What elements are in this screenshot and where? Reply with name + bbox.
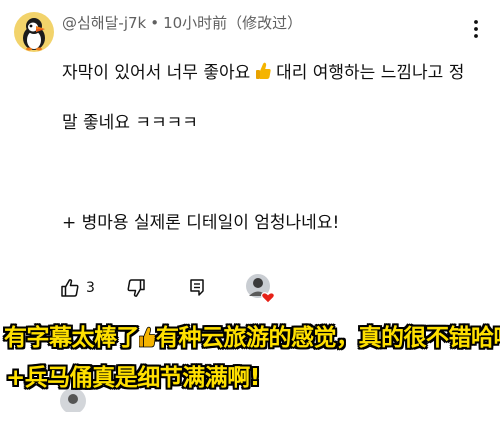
heart-icon <box>261 292 275 304</box>
creator-heart-avatar <box>246 272 276 306</box>
comment-text-part: 대리 여행하는 느낌나고 정 <box>276 63 465 83</box>
comment-text-line-2: 말 좋네요 ㅋㅋㅋㅋ <box>62 113 198 133</box>
subtitle-line-2: +兵马俑真是细节满满啊! <box>6 365 260 391</box>
thumb-down-icon <box>127 279 145 297</box>
comment-thread: @심해달-j7k • 10小时前（修改过） 자막이 있어서 너무 좋아요 대리 여행… <box>0 0 500 440</box>
dislike-button[interactable] <box>126 278 146 298</box>
comment-text-line-3: + 병마용 실제론 디테일이 엄청나네요! <box>62 213 340 233</box>
reply-icon <box>190 279 204 296</box>
subtitle-text-part: 有种云旅游的感觉，真的很不错哈哈 <box>156 325 500 351</box>
subtitle-text-part: 有字幕太棒了 <box>4 325 140 351</box>
like-count: 3 <box>86 280 95 296</box>
comment-text-part: 자막이 있어서 너무 좋아요 <box>62 63 251 83</box>
author-handle[interactable]: @심해달-j7k <box>62 14 146 32</box>
reply-button[interactable] <box>188 278 206 298</box>
separator-dot: • <box>150 14 160 32</box>
like-button[interactable]: 3 <box>60 278 95 298</box>
subtitle-line-1: 有字幕太棒了 有种云旅游的感觉，真的很不错哈哈 <box>0 318 500 352</box>
comment-header: @심해달-j7k • 10小时前（修改过） <box>62 12 302 33</box>
more-vert-icon <box>474 20 478 38</box>
comment-timestamp[interactable]: 10小时前（修改过） <box>163 14 302 32</box>
thumbs-up-emoji-icon <box>255 62 271 79</box>
comment-text-line-1: 자막이 있어서 너무 좋아요 대리 여행하는 느낌나고 정 <box>62 58 464 83</box>
thumbs-up-emoji-icon <box>139 326 156 348</box>
more-options-button[interactable] <box>466 16 486 42</box>
thumb-up-icon <box>61 279 79 297</box>
avatar[interactable] <box>14 12 54 52</box>
